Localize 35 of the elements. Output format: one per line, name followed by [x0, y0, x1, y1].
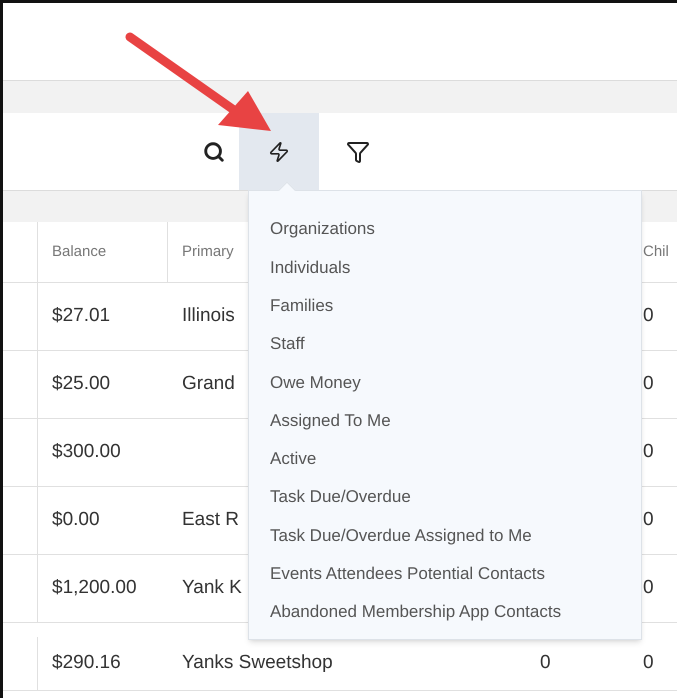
menu-item[interactable]: Assigned To Me: [249, 401, 641, 440]
column-header: Chil: [643, 242, 669, 262]
menu-item[interactable]: Organizations: [249, 210, 641, 248]
menu-item[interactable]: Abandoned Membership App Contacts: [249, 592, 641, 632]
search-icon: [203, 140, 225, 162]
table-cell-text: $300.00: [52, 440, 121, 464]
table-cell-text: $0.00: [52, 508, 100, 532]
menu-item[interactable]: Task Due/Overdue Assigned to Me: [249, 516, 641, 555]
table-cell-text: 0: [643, 440, 654, 464]
column-header: Primary: [182, 242, 234, 262]
column-header: Balance: [52, 242, 106, 262]
menu-item[interactable]: Families: [249, 286, 641, 325]
filter-icon: [346, 140, 370, 164]
menu-item[interactable]: Individuals: [249, 248, 641, 287]
menu-item[interactable]: Task Due/Overdue: [249, 478, 641, 516]
table-cell-text: 0: [540, 651, 551, 676]
table-cell-text: 0: [643, 372, 654, 396]
table-cell-text: Grand: [182, 372, 235, 396]
table-cell-text: $25.00: [52, 372, 110, 396]
table-cell-text: Yanks Sweetshop: [182, 651, 333, 676]
lightning-bolt-icon: [268, 140, 290, 162]
menu-item[interactable]: Active: [249, 440, 641, 478]
table-cell-text: 0: [643, 576, 654, 600]
menu-item[interactable]: Owe Money: [249, 363, 641, 402]
table-cell-text: 0: [643, 304, 654, 328]
table-cell-text: Illinois: [182, 304, 235, 328]
table-cell-text: East R: [182, 508, 240, 532]
table-cell-text: $1,200.00: [52, 576, 137, 600]
table-cell-text: $290.16: [52, 651, 121, 676]
table-cell-text: Yank K: [182, 576, 242, 600]
menu-item[interactable]: Staff: [249, 324, 641, 364]
table-cell-text: 0: [643, 651, 654, 676]
table-cell-text: 0: [643, 508, 654, 532]
table-cell-text: $27.01: [52, 304, 110, 328]
menu-item[interactable]: Events Attendees Potential Contacts: [249, 554, 641, 593]
